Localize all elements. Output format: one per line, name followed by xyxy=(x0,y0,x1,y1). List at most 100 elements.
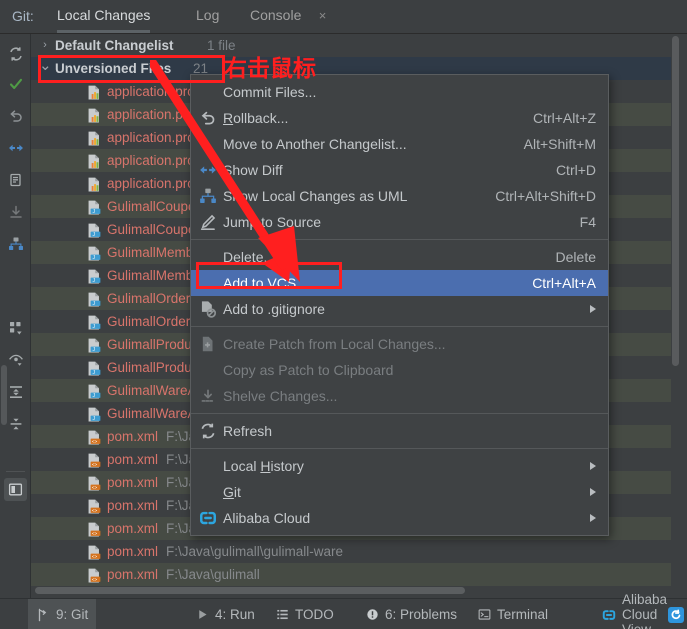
menu-item-add-to-vcs[interactable]: Add to VCS Ctrl+Alt+A xyxy=(191,270,608,296)
problems-icon xyxy=(366,608,379,621)
changelist-group-count: 1 file xyxy=(207,38,236,53)
refresh-icon xyxy=(199,422,217,440)
uml-icon xyxy=(199,187,217,205)
alibaba-cloud-icon xyxy=(602,608,616,622)
status-bar-item-label: TODO xyxy=(295,607,334,622)
menu-item-copy-as-patch-to-clipboard[interactable]: Copy as Patch to Clipboard xyxy=(191,357,608,383)
status-bar-item-6-problems[interactable]: 6: Problems xyxy=(358,599,465,629)
menu-item-add-to-gitignore[interactable]: Add to .gitignore xyxy=(191,296,608,322)
java-file-icon: J xyxy=(86,383,102,399)
svg-text:<>: <> xyxy=(92,508,98,513)
svg-text:<>: <> xyxy=(92,531,98,536)
chevron-right-icon[interactable]: › xyxy=(39,34,51,57)
submenu-arrow-icon xyxy=(590,305,596,313)
menu-item-shelve-changes[interactable]: Shelve Changes... xyxy=(191,383,608,409)
status-bar-item-label: 4: Run xyxy=(215,607,255,622)
changelist-group-name: Default Changelist xyxy=(55,38,174,53)
left-panel-scrollbar-thumb[interactable] xyxy=(1,365,7,425)
vertical-scrollbar-thumb[interactable] xyxy=(672,36,679,366)
menu-item-local-history[interactable]: Local History xyxy=(191,453,608,479)
horizontal-scrollbar[interactable] xyxy=(35,586,465,595)
hide-window-icon[interactable] xyxy=(4,478,27,501)
menu-item-label: Copy as Patch to Clipboard xyxy=(223,362,394,378)
submenu-arrow-icon xyxy=(590,514,596,522)
uml-icon[interactable] xyxy=(4,232,27,255)
java-file-icon: J xyxy=(86,337,102,353)
vertical-scrollbar[interactable] xyxy=(671,34,680,598)
status-bar: 9: Git 4: Run TODO 6: Problems Terminal Aliba… xyxy=(0,592,687,629)
preview-eye-icon[interactable] xyxy=(4,348,27,371)
rollback-icon[interactable] xyxy=(4,104,27,127)
commit-check-icon[interactable] xyxy=(4,72,27,95)
show-details-icon[interactable] xyxy=(4,168,27,191)
menu-item-label: Rollback... xyxy=(223,110,289,126)
xml-file-icon: <> xyxy=(86,429,102,445)
svg-text:<>: <> xyxy=(92,462,98,467)
menu-item-rollback[interactable]: Rollback... Ctrl+Alt+Z xyxy=(191,105,608,131)
refresh-icon[interactable] xyxy=(4,42,27,65)
file-name: pom.xml xyxy=(107,498,159,513)
changelist-group-default[interactable]: › Default Changelist 1 file xyxy=(31,34,680,57)
status-bar-item-c[interactable]: C xyxy=(660,599,687,629)
java-file-icon: J xyxy=(86,291,102,307)
menu-item-git[interactable]: Git xyxy=(191,479,608,505)
context-menu[interactable]: Commit Files... Rollback... Ctrl+Alt+Z Move… xyxy=(190,74,609,536)
file-path: F:\Java\gulimall xyxy=(166,567,260,582)
menu-item-label: Move to Another Changelist... xyxy=(223,136,407,152)
java-file-icon: J xyxy=(86,222,102,238)
table-row[interactable]: <> pom.xml F:\Java\gulimall\gulimall-ware xyxy=(31,540,680,563)
submenu-arrow-icon xyxy=(590,488,596,496)
expand-all-icon[interactable] xyxy=(4,380,27,403)
menu-item-create-patch-from-local-changes[interactable]: Create Patch from Local Changes... xyxy=(191,331,608,357)
show-diff-icon[interactable] xyxy=(4,136,27,159)
tab-console[interactable]: Console xyxy=(250,7,301,29)
menu-item-move-to-another-changelist[interactable]: Move to Another Changelist... Alt+Shift+M xyxy=(191,131,608,157)
menu-item-show-diff[interactable]: Show Diff Ctrl+D xyxy=(191,157,608,183)
menu-item-delete[interactable]: Delete... Delete xyxy=(191,244,608,270)
shelve-icon[interactable] xyxy=(4,200,27,223)
status-bar-item-todo[interactable]: TODO xyxy=(268,599,342,629)
run-icon xyxy=(196,608,209,621)
file-name: pom.xml xyxy=(107,429,159,444)
status-bar-item-terminal[interactable]: Terminal xyxy=(470,599,556,629)
submenu-arrow-icon xyxy=(590,462,596,470)
properties-file-icon xyxy=(86,107,102,123)
menu-item-label: Jump to Source xyxy=(223,214,322,230)
gitignore-icon xyxy=(199,300,217,318)
chevron-down-icon[interactable]: ⌄ xyxy=(39,57,52,75)
menu-item-label: Shelve Changes... xyxy=(223,388,338,404)
status-bar-item-9-git[interactable]: 9: Git xyxy=(28,599,97,629)
todo-icon xyxy=(276,608,289,621)
menu-item-commit-files[interactable]: Commit Files... xyxy=(191,79,608,105)
menu-item-label: Add to .gitignore xyxy=(223,301,325,317)
svg-text:<>: <> xyxy=(92,439,98,444)
menu-item-shortcut: Ctrl+Alt+Shift+D xyxy=(495,188,596,204)
terminal-icon xyxy=(478,608,491,621)
tab-log[interactable]: Log xyxy=(196,7,219,29)
git-tool-label: Git: xyxy=(12,8,34,24)
menu-item-show-local-changes-as-uml[interactable]: Show Local Changes as UML Ctrl+Alt+Shift+… xyxy=(191,183,608,209)
menu-separator xyxy=(191,413,608,414)
menu-item-shortcut: Alt+Shift+M xyxy=(523,136,596,152)
collapse-all-icon[interactable] xyxy=(4,412,27,435)
menu-separator xyxy=(191,239,608,240)
svg-text:<>: <> xyxy=(92,577,98,582)
svg-text:<>: <> xyxy=(92,554,98,559)
file-name: pom.xml xyxy=(107,544,159,559)
menu-item-alibaba-cloud[interactable]: Alibaba Cloud xyxy=(191,505,608,531)
status-bar-item-4-run[interactable]: 4: Run xyxy=(188,599,263,629)
menu-separator xyxy=(191,326,608,327)
tab-local-changes[interactable]: Local Changes xyxy=(57,7,151,33)
menu-item-label: Alibaba Cloud xyxy=(223,510,311,526)
table-row[interactable]: <> pom.xml F:\Java\gulimall xyxy=(31,563,680,586)
group-by-module-icon[interactable] xyxy=(4,316,27,339)
menu-item-label: Refresh xyxy=(223,423,273,439)
java-file-icon: J xyxy=(86,199,102,215)
menu-item-refresh[interactable]: Refresh xyxy=(191,418,608,444)
menu-item-jump-to-source[interactable]: Jump to Source F4 xyxy=(191,209,608,235)
horizontal-scrollbar-thumb[interactable] xyxy=(35,587,465,594)
close-icon[interactable]: × xyxy=(316,9,329,22)
java-file-icon: J xyxy=(86,314,102,330)
alibaba-cloud-icon xyxy=(199,509,217,527)
properties-file-icon xyxy=(86,153,102,169)
